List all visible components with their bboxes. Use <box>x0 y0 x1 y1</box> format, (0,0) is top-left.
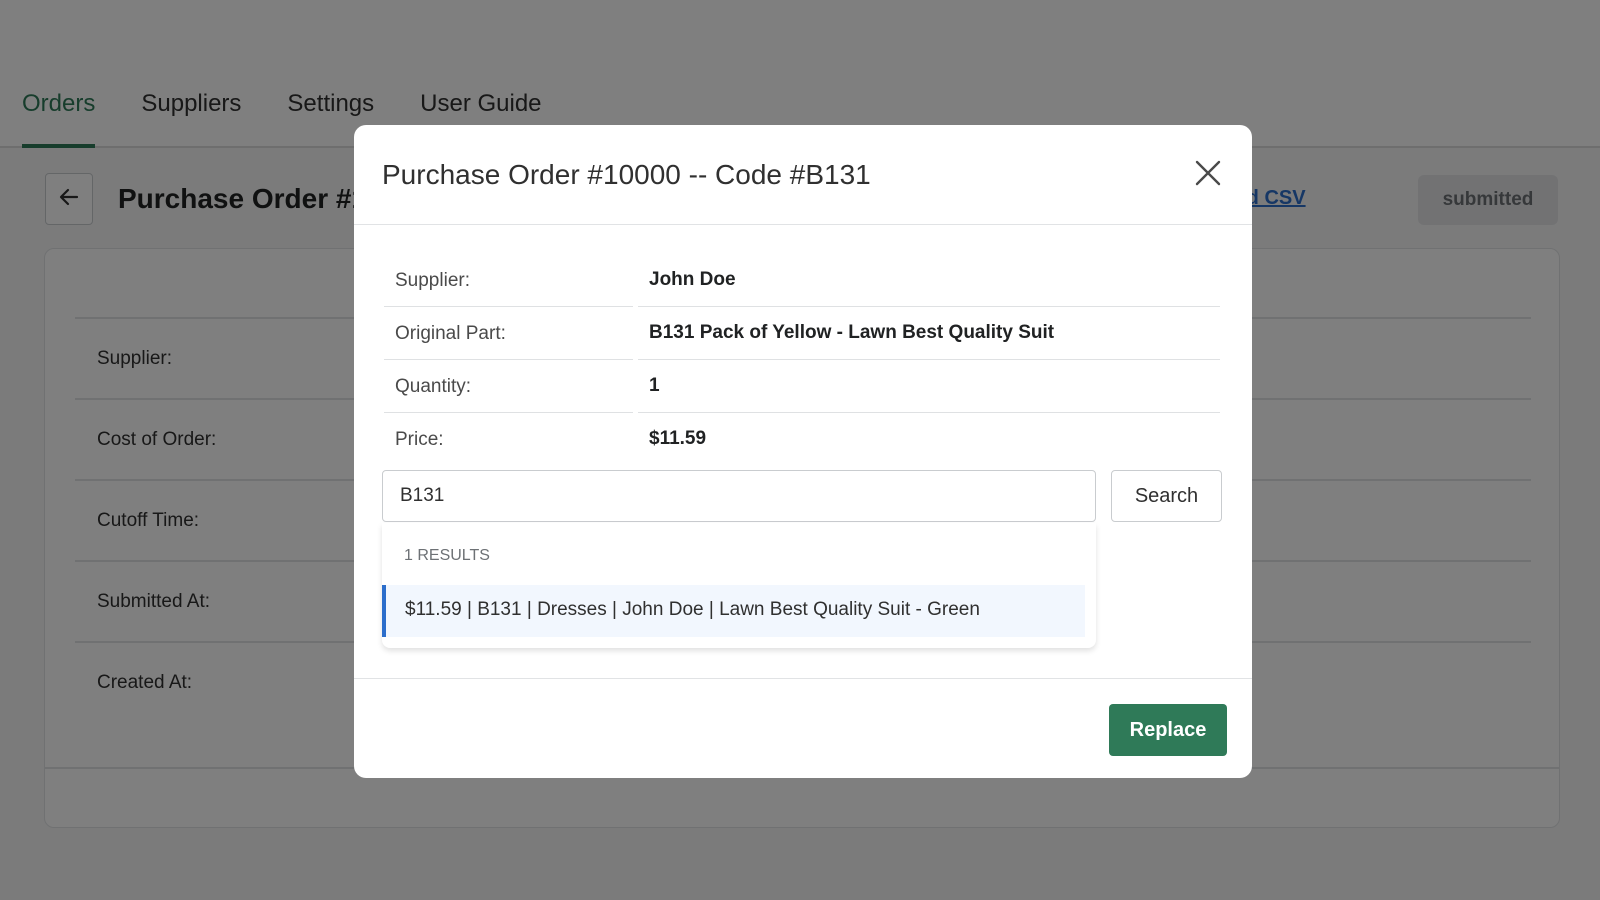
info-row-quantity: Quantity: 1 <box>384 360 1220 413</box>
close-button[interactable] <box>1190 157 1226 193</box>
info-label: Supplier: <box>384 254 633 307</box>
info-label: Original Part: <box>384 307 633 360</box>
info-row-supplier: Supplier: John Doe <box>384 254 1220 307</box>
info-label: Price: <box>395 429 444 450</box>
info-row-price: Price: $11.59 <box>384 413 1220 466</box>
order-info-table: Supplier: John Doe Original Part: B131 P… <box>384 254 1220 466</box>
replace-button[interactable]: Replace <box>1109 704 1227 756</box>
info-value: John Doe <box>638 254 1220 307</box>
info-label: Quantity: <box>384 360 633 413</box>
modal-footer: Replace <box>354 678 1252 778</box>
search-button[interactable]: Search <box>1111 470 1222 522</box>
info-value: 1 <box>638 360 1220 413</box>
modal-title: Purchase Order #10000 -- Code #B131 <box>382 159 871 190</box>
search-result-item[interactable]: $11.59 | B131 | Dresses | John Doe | Law… <box>382 585 1085 637</box>
part-search-input[interactable] <box>382 470 1096 522</box>
replace-part-modal: Purchase Order #10000 -- Code #B131 Supp… <box>354 125 1252 778</box>
info-value: $11.59 <box>649 428 707 449</box>
close-icon <box>1194 159 1222 192</box>
info-value: B131 Pack of Yellow - Lawn Best Quality … <box>638 307 1220 360</box>
modal-header: Purchase Order #10000 -- Code #B131 <box>354 125 1252 225</box>
info-row-original-part: Original Part: B131 Pack of Yellow - Law… <box>384 307 1220 360</box>
search-results-dropdown: 1 RESULTS $11.59 | B131 | Dresses | John… <box>382 523 1096 648</box>
results-count: 1 RESULTS <box>404 547 490 564</box>
